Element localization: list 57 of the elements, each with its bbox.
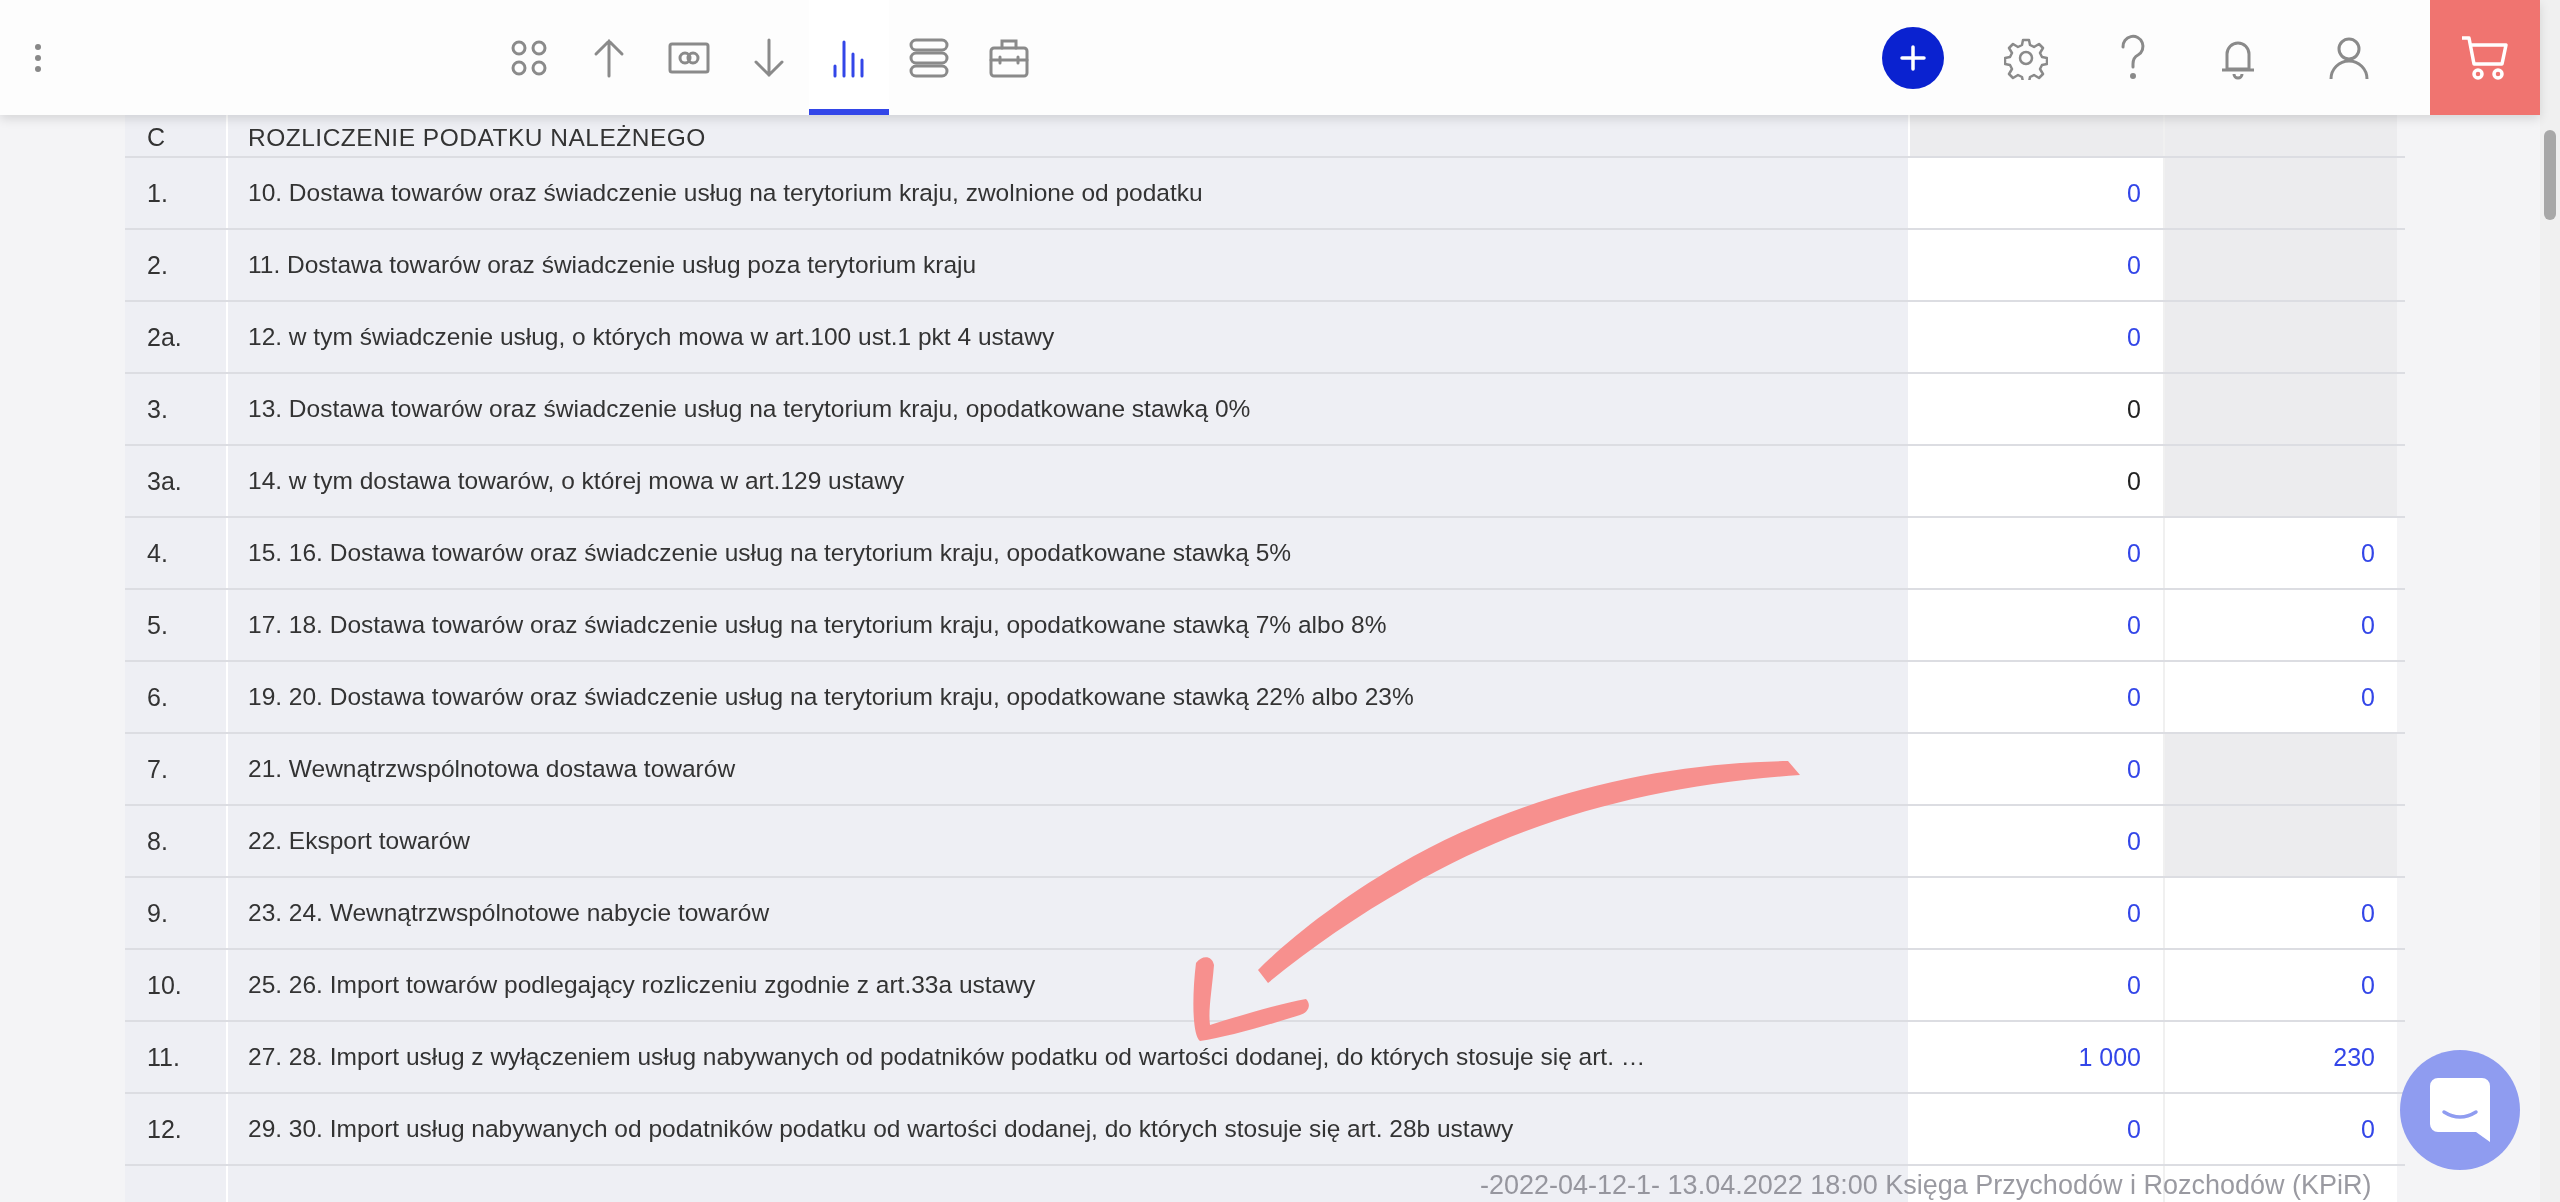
row-number: 4. [125,518,228,588]
cart-icon [2460,33,2510,82]
amount-cell[interactable]: 0 [1910,1094,2165,1164]
row-number: 3. [125,374,228,444]
amount-cell[interactable]: 0 [1910,878,2165,948]
row-label: 22. Eksport towarów [228,806,1910,876]
row-number: 11. [125,1022,228,1092]
user-icon[interactable] [2328,35,2370,80]
footer-note: -2022-04-12-1- 13.04.2022 18:00 Księga Przychodów i Rozchodów (KPiR) [1480,1170,2372,1201]
row-label: 25. 26. Import towarów podlegający rozliczeniu zgodnie z art.33a ustawy [228,950,1910,1020]
row-label: 14. w tym dostawa towarów, o której mowa w art.129 ustawy [228,446,1910,516]
amount-cell[interactable]: 0 [1910,806,2165,876]
amount-cell[interactable]: 0 [1910,302,2165,372]
amount-cell[interactable]: 0 [1910,518,2165,588]
row-label: 29. 30. Import usług nabywanych od podatników podatku od wartości dodanej, do których stosuje się art. 28b ustawy [228,1094,1910,1164]
row-number: 2a. [125,302,228,372]
row-number: 9. [125,878,228,948]
row-number: 12. [125,1094,228,1164]
amount-cell: 0 [1910,446,2165,516]
row-label: 23. 24. Wewnątrzwspólnotowe nabycie towarów [228,878,1910,948]
row-label: 21. Wewnątrzwspólnotowa dostawa towarów [228,734,1910,804]
row-label: 27. 28. Import usług z wyłączeniem usług nabywanych od podatników podatku od wartości dodanej, do których stosuje się art. … [228,1022,1910,1092]
amount-cell[interactable]: 0 [1910,662,2165,732]
row-label: 15. 16. Dostawa towarów oraz świadczenie usług na terytorium kraju, opodatkowane stawką 5% [228,518,1910,588]
menu-icon[interactable] [34,42,42,73]
cart-button[interactable] [2430,0,2540,115]
tax-cell[interactable]: 0 [2165,518,2397,588]
amount-cell[interactable]: 0 [1910,590,2165,660]
row-number: 10. [125,950,228,1020]
row-label: 19. 20. Dostawa towarów oraz świadczenie usług na terytorium kraju, opodatkowane stawką 22% albo 23% [228,662,1910,732]
amount-cell[interactable]: 0 [1910,950,2165,1020]
tax-cell[interactable]: 0 [2165,590,2397,660]
amount-cell[interactable]: 0 [1910,158,2165,228]
tax-cell[interactable]: 0 [2165,662,2397,732]
amount-cell[interactable]: 0 [1910,230,2165,300]
row-number: 3a. [125,446,228,516]
row-label: 10. Dostawa towarów oraz świadczenie usług na terytorium kraju, zwolnione od podatku [228,158,1910,228]
tax-cell[interactable]: 0 [2165,878,2397,948]
scrollbar[interactable] [2540,0,2560,1202]
row-number: 6. [125,662,228,732]
plus-icon [1898,42,1928,73]
amount-cell[interactable]: 0 [1910,734,2165,804]
row-number: 5. [125,590,228,660]
row-label: 12. w tym świadczenie usług, o których mowa w art.100 ust.1 pkt 4 ustawy [228,302,1910,372]
amount-cell[interactable]: 1 000 [1910,1022,2165,1092]
row-number: 1. [125,158,228,228]
row-label: 11. Dostawa towarów oraz świadczenie usług poza terytorium kraju [228,230,1910,300]
row-label: 13. Dostawa towarów oraz świadczenie usług na terytorium kraju, opodatkowane stawką 0% [228,374,1910,444]
tax-cell[interactable]: 0 [2165,1094,2397,1164]
amount-cell: 0 [1910,374,2165,444]
row-number: 8. [125,806,228,876]
row-label: 17. 18. Dostawa towarów oraz świadczenie usług na terytorium kraju, opodatkowane stawką 7% albo 8% [228,590,1910,660]
chat-icon [2430,1078,2490,1142]
row-number: 7. [125,734,228,804]
row-number: 2. [125,230,228,300]
tax-cell[interactable]: 0 [2165,950,2397,1020]
tax-cell[interactable]: 230 [2165,1022,2397,1092]
